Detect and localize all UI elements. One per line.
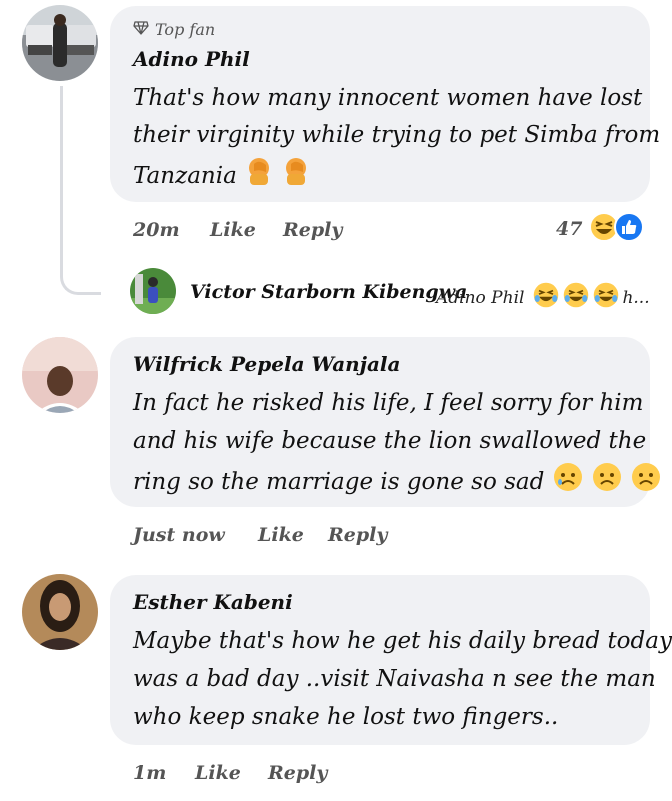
sad-face-emoji	[630, 461, 662, 505]
reply-ellipsis: h...	[622, 287, 650, 308]
avatar-adino-phil[interactable]	[22, 5, 98, 81]
reaction-count: 47	[556, 218, 583, 240]
top-fan-badge: Top fan	[133, 20, 215, 39]
comment-author[interactable]: Esther Kabeni	[133, 590, 293, 614]
laughing-emoji	[592, 281, 620, 314]
reply-preview-text[interactable]: Adino Phil h...	[436, 281, 650, 314]
reply-mention: Adino Phil	[436, 287, 525, 308]
comment-line: That's how many innocent women have lost	[133, 85, 643, 111]
reply-button[interactable]: Reply	[328, 524, 387, 546]
comment-author[interactable]: Adino Phil	[133, 47, 250, 71]
diamond-icon	[133, 20, 149, 39]
like-button[interactable]: Like	[195, 762, 241, 784]
comment-time[interactable]: Just now	[133, 524, 225, 546]
comment-line: their virginity while trying to pet Simb…	[133, 122, 661, 148]
reply-button[interactable]: Reply	[268, 762, 327, 784]
reply-button[interactable]: Reply	[283, 219, 342, 241]
avatar-victor-starborn[interactable]	[130, 268, 176, 314]
comment-line: In fact he risked his life, I feel sorry…	[133, 390, 644, 416]
facepalm-emoji	[244, 156, 274, 198]
laughing-emoji	[562, 281, 590, 314]
comment-time[interactable]: 1m	[133, 762, 166, 784]
comment-time[interactable]: 20m	[133, 219, 180, 241]
badge-label: Top fan	[155, 20, 216, 39]
comment-line-with-emoji: ring so the marriage is gone so sad	[133, 461, 662, 505]
comment-line-with-emoji: Tanzania	[133, 156, 311, 198]
avatar-esther-kabeni[interactable]	[22, 574, 98, 650]
comment-line: was a bad day ..visit Naivasha n see the…	[133, 666, 656, 692]
like-button[interactable]: Like	[210, 219, 256, 241]
avatar-wilfrick-pepela[interactable]	[22, 337, 98, 413]
sad-face-emoji	[552, 461, 584, 505]
sad-face-emoji	[591, 461, 623, 505]
comment-line: Tanzania	[133, 163, 237, 189]
comment-line: who keep snake he lost two fingers..	[133, 704, 559, 730]
reply-thread-line	[60, 86, 101, 295]
laughing-emoji	[532, 281, 560, 314]
comment-line: Maybe that's how he get his daily bread …	[133, 628, 672, 654]
comment-author[interactable]: Wilfrick Pepela Wanjala	[133, 352, 400, 376]
comment-line: and his wife because the lion swallowed …	[133, 428, 647, 454]
reaction-summary[interactable]: 47	[556, 211, 645, 247]
reply-author[interactable]: Victor Starborn Kibengwa	[190, 281, 467, 303]
facepalm-emoji	[281, 156, 311, 198]
like-thumb-icon	[614, 212, 645, 246]
comment-line: ring so the marriage is gone so sad	[133, 469, 545, 495]
like-button[interactable]: Like	[258, 524, 304, 546]
